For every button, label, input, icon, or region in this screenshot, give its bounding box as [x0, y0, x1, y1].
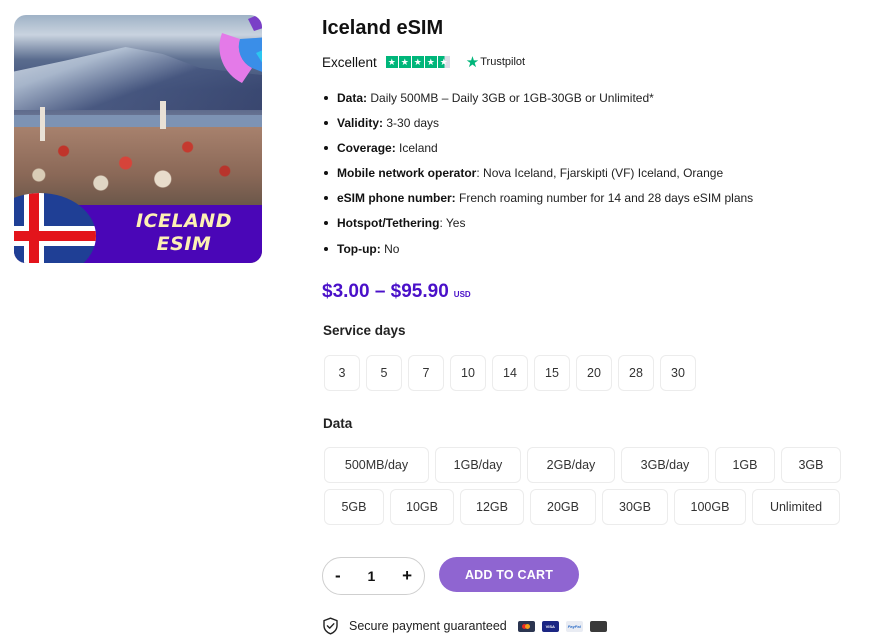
star-icon: ★ [398, 56, 411, 68]
feature-item: Data: Daily 500MB – Daily 3GB or 1GB-30G… [322, 89, 753, 114]
service-day-option[interactable]: 3 [324, 355, 360, 391]
service-day-option[interactable]: 15 [534, 355, 570, 391]
decrement-button[interactable]: - [335, 566, 341, 586]
feature-label: Mobile network operator [337, 166, 477, 181]
star-icon: ★ [424, 56, 437, 68]
banner-line-1: ICELAND [136, 210, 232, 232]
data-option[interactable]: 1GB [715, 447, 775, 483]
feature-item: eSIM phone number: French roaming number… [322, 189, 753, 214]
feature-label: Coverage: [337, 141, 396, 156]
service-day-option[interactable]: 10 [450, 355, 486, 391]
data-option[interactable]: 20GB [530, 489, 596, 525]
feature-item: Top-up: No [322, 240, 753, 265]
product-title: Iceland eSIM [322, 17, 444, 39]
feature-value: Daily 500MB – Daily 3GB or 1GB-30GB or U… [367, 91, 654, 105]
shield-check-icon [323, 617, 338, 635]
data-option[interactable]: 1GB/day [435, 447, 521, 483]
trustpilot-label: Trustpilot [480, 56, 526, 68]
data-option[interactable]: 2GB/day [527, 447, 615, 483]
feature-label: Data: [337, 91, 368, 105]
feature-value: 3-30 days [383, 116, 440, 131]
feature-value: Iceland [395, 141, 438, 156]
quantity-value[interactable]: 1 [367, 568, 375, 584]
data-option[interactable]: 500MB/day [324, 447, 429, 483]
feature-label: eSIM phone number: [337, 191, 456, 206]
feature-item: Coverage: Iceland [322, 139, 753, 164]
quantity-stepper: - 1 + [322, 557, 425, 595]
star-icon: ★ [411, 56, 424, 68]
data-label: Data [323, 416, 353, 431]
rating-label: Excellent [322, 54, 377, 70]
feature-label: Hotspot/Tethering [337, 216, 440, 231]
service-day-option[interactable]: 5 [366, 355, 402, 391]
data-options-row-2: 5GB 10GB 12GB 20GB 30GB 100GB Unlimited [324, 489, 840, 525]
feature-label: Validity: [337, 116, 384, 131]
data-option[interactable]: 3GB/day [621, 447, 709, 483]
data-option[interactable]: 5GB [324, 489, 384, 525]
price-range: $3.00 – $95.90 USD [322, 281, 471, 303]
feature-item: Mobile network operator: Nova Iceland, F… [322, 164, 753, 189]
data-option[interactable]: 12GB [460, 489, 524, 525]
data-option[interactable]: 3GB [781, 447, 841, 483]
service-days-label: Service days [323, 323, 406, 338]
feature-item: Validity: 3-30 days [322, 114, 753, 139]
rating-row: Excellent ★ ★ ★ ★ ★ ★ Trustpilot [322, 54, 525, 70]
data-option[interactable]: 100GB [674, 489, 746, 525]
paypal-icon: PayPal [565, 620, 583, 632]
service-day-option[interactable]: 30 [660, 355, 696, 391]
add-to-cart-button[interactable]: ADD TO CART [439, 557, 579, 592]
brand-logo-icon [219, 15, 262, 83]
trustpilot-star-icon: ★ [465, 53, 480, 71]
banner-line-2: ESIM [156, 233, 212, 255]
church-spire [160, 101, 166, 129]
secure-payment-row: Secure payment guaranteed VISA PayPal [322, 617, 607, 635]
feature-value: No [380, 241, 400, 256]
data-options-row-1: 500MB/day 1GB/day 2GB/day 3GB/day 1GB 3G… [324, 447, 841, 483]
mastercard-icon [517, 620, 535, 632]
banner-text: ICELAND ESIM [109, 210, 259, 256]
service-day-option[interactable]: 28 [618, 355, 654, 391]
star-icon: ★ [385, 56, 398, 68]
data-option[interactable]: 30GB [602, 489, 668, 525]
apple-pay-icon [589, 620, 607, 632]
increment-button[interactable]: + [402, 566, 412, 586]
payment-methods: VISA PayPal [517, 620, 607, 632]
service-day-option[interactable]: 7 [408, 355, 444, 391]
feature-label: Top-up: [337, 241, 381, 256]
church-spire [40, 107, 45, 141]
feature-value: : Nova Iceland, Fjarskipti (VF) Iceland,… [476, 166, 724, 181]
trustpilot-stars[interactable]: ★ ★ ★ ★ ★ [385, 56, 450, 68]
feature-item: Hotspot/Tethering: Yes [322, 214, 753, 239]
feature-value: : Yes [439, 216, 466, 231]
half-star-icon: ★ [437, 56, 450, 68]
service-day-option[interactable]: 20 [576, 355, 612, 391]
trustpilot-link[interactable]: ★ Trustpilot [466, 55, 525, 70]
visa-icon: VISA [541, 620, 559, 632]
service-day-option[interactable]: 14 [492, 355, 528, 391]
secure-payment-text: Secure payment guaranteed [349, 619, 507, 633]
service-days-options: 3 5 7 10 14 15 20 28 30 [324, 355, 696, 391]
price-value: $3.00 – $95.90 [322, 281, 449, 302]
feature-value: French roaming number for 14 and 28 days… [455, 191, 754, 206]
data-option[interactable]: 10GB [390, 489, 454, 525]
feature-list: Data: Daily 500MB – Daily 3GB or 1GB-30G… [322, 89, 753, 265]
price-currency: USD [453, 290, 471, 299]
product-image: ICELAND ESIM [14, 15, 262, 263]
data-option[interactable]: Unlimited [752, 489, 840, 525]
